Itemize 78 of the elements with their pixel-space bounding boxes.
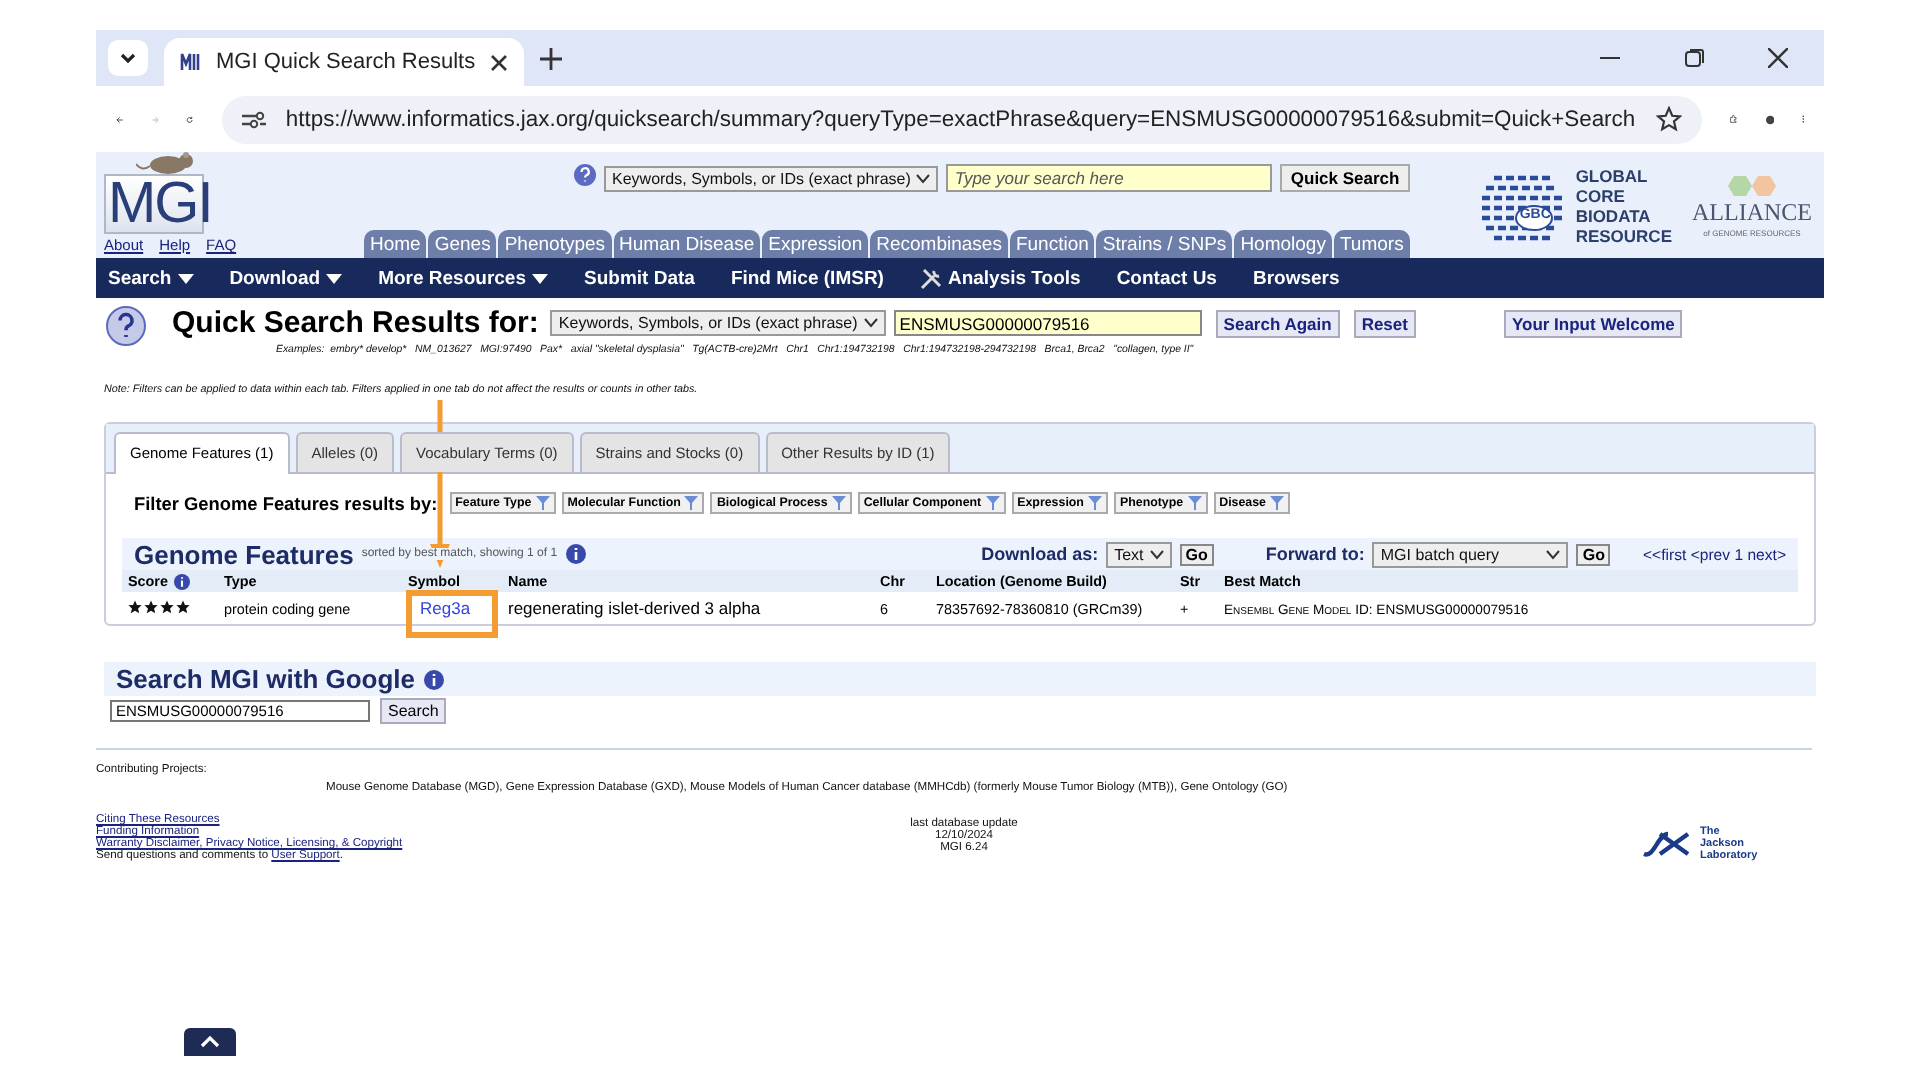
section-title: Genome Features — [134, 539, 354, 569]
filter-icon — [831, 496, 846, 510]
filter-icon — [985, 496, 1000, 510]
nav-tab[interactable]: Tumors — [1333, 230, 1410, 258]
search-type-select[interactable]: Keywords, Symbols, or IDs (exact phrase) — [550, 310, 886, 336]
menu-item[interactable]: Contact Us — [1116, 267, 1217, 289]
highlight-box — [406, 590, 498, 638]
feedback-button[interactable]: Your Input Welcome — [1503, 309, 1683, 337]
filter-icon — [1087, 496, 1102, 510]
alliance-logo-icon — [1722, 173, 1782, 197]
forward-label: Forward to: — [1265, 544, 1365, 564]
search-button[interactable]: Search Again — [1215, 309, 1340, 337]
filter-icon — [1270, 496, 1285, 510]
caret-icon — [863, 318, 878, 328]
search-type-select[interactable]: Keywords, Symbols, or IDs (exact phrase) — [604, 165, 939, 191]
caret-icon — [1546, 549, 1561, 559]
menu-item[interactable]: Browsers — [1252, 267, 1340, 289]
nav-tab[interactable]: Genes — [428, 230, 497, 258]
jax-logo-icon — [1642, 830, 1694, 859]
nav-tab[interactable]: Recombinases — [870, 230, 1008, 258]
tab-list-button[interactable] — [108, 40, 148, 76]
tools-icon — [919, 267, 942, 289]
scroll-up-button[interactable] — [184, 1028, 236, 1056]
close-icon[interactable] — [490, 53, 508, 71]
page-title: Quick Search Results for: — [172, 306, 539, 340]
gbc-text: BIODATA — [1575, 205, 1653, 225]
section-title: Search MGI with Google — [116, 664, 416, 695]
site-settings-icon[interactable] — [241, 109, 266, 129]
bookmark-star-icon[interactable] — [1655, 106, 1682, 132]
new-tab-icon[interactable] — [540, 47, 562, 69]
search-button[interactable]: Reset — [1353, 309, 1416, 337]
quick-search-button[interactable]: Quick Search — [1280, 164, 1410, 192]
go-button[interactable]: Go — [1179, 543, 1214, 565]
search-button[interactable]: Search — [380, 698, 447, 725]
caret-icon — [1149, 549, 1164, 559]
menu-item[interactable]: More Resources — [378, 267, 548, 289]
address-bar[interactable]: https://www.informatics.jax.org/quicksearch/summary?queryType=exactPhrase&query=ENSMUSG00000079516&submit=Quick+Search — [221, 95, 1702, 143]
go-button[interactable]: Go — [1576, 543, 1611, 565]
browser-tab[interactable]: MGI Quick Search Results — [164, 38, 524, 86]
alliance-logo: ALLIANCE — [1692, 197, 1812, 227]
forward-select[interactable]: MGI batch query — [1372, 541, 1569, 567]
mouse-drawing — [136, 152, 196, 174]
menu-item[interactable]: Analysis Tools — [919, 267, 1081, 289]
nav-tab[interactable]: Expression — [762, 230, 869, 258]
gbc-text: CORE — [1575, 185, 1627, 205]
chevron-down-icon — [118, 48, 138, 68]
close-icon[interactable] — [1768, 48, 1788, 68]
filter-label: Filter Genome Features results by: — [134, 493, 438, 513]
gene-symbol-link[interactable]: Reg3a — [408, 598, 471, 619]
nav-tab[interactable]: Human Disease — [613, 230, 761, 258]
filter-icon — [1187, 496, 1202, 510]
mgi-logo[interactable]: MGI — [104, 174, 204, 234]
caret-icon — [916, 173, 931, 183]
nav-tab[interactable]: Strains / SNPs — [1096, 230, 1233, 258]
tab-title: MGI Quick Search Results — [216, 50, 476, 74]
menu-item[interactable]: Submit Data — [584, 267, 695, 289]
search-field[interactable]: Type your search here — [946, 164, 1273, 192]
info-icon[interactable] — [565, 544, 586, 564]
nav-tab[interactable]: Home — [364, 230, 427, 258]
table-cell: regenerating islet-derived 3 alpha — [508, 598, 761, 619]
download-label: Download as: — [981, 544, 1099, 564]
info-icon[interactable] — [423, 669, 444, 690]
menu-item[interactable]: Find Mice (IMSR) — [730, 267, 884, 289]
nav-tab[interactable]: Phenotypes — [498, 230, 612, 258]
query-field[interactable]: ENSMUSG00000079516 — [893, 310, 1202, 336]
menu-item[interactable]: Download — [229, 267, 343, 289]
gbc-text: GLOBAL — [1575, 165, 1650, 185]
gbc-text: RESOURCE — [1575, 225, 1672, 245]
favicon-icon — [180, 50, 204, 74]
filter-icon — [684, 496, 699, 510]
info-icon[interactable] — [173, 574, 190, 591]
filter-icon — [535, 496, 550, 510]
chevron-up-icon — [200, 1036, 220, 1048]
restore-icon[interactable] — [1684, 48, 1704, 68]
nav-tab[interactable]: Function — [1009, 230, 1095, 258]
nav-tab[interactable]: Homology — [1234, 230, 1332, 258]
menu-item[interactable]: Search — [108, 267, 194, 289]
format-select[interactable]: Text — [1106, 541, 1172, 567]
